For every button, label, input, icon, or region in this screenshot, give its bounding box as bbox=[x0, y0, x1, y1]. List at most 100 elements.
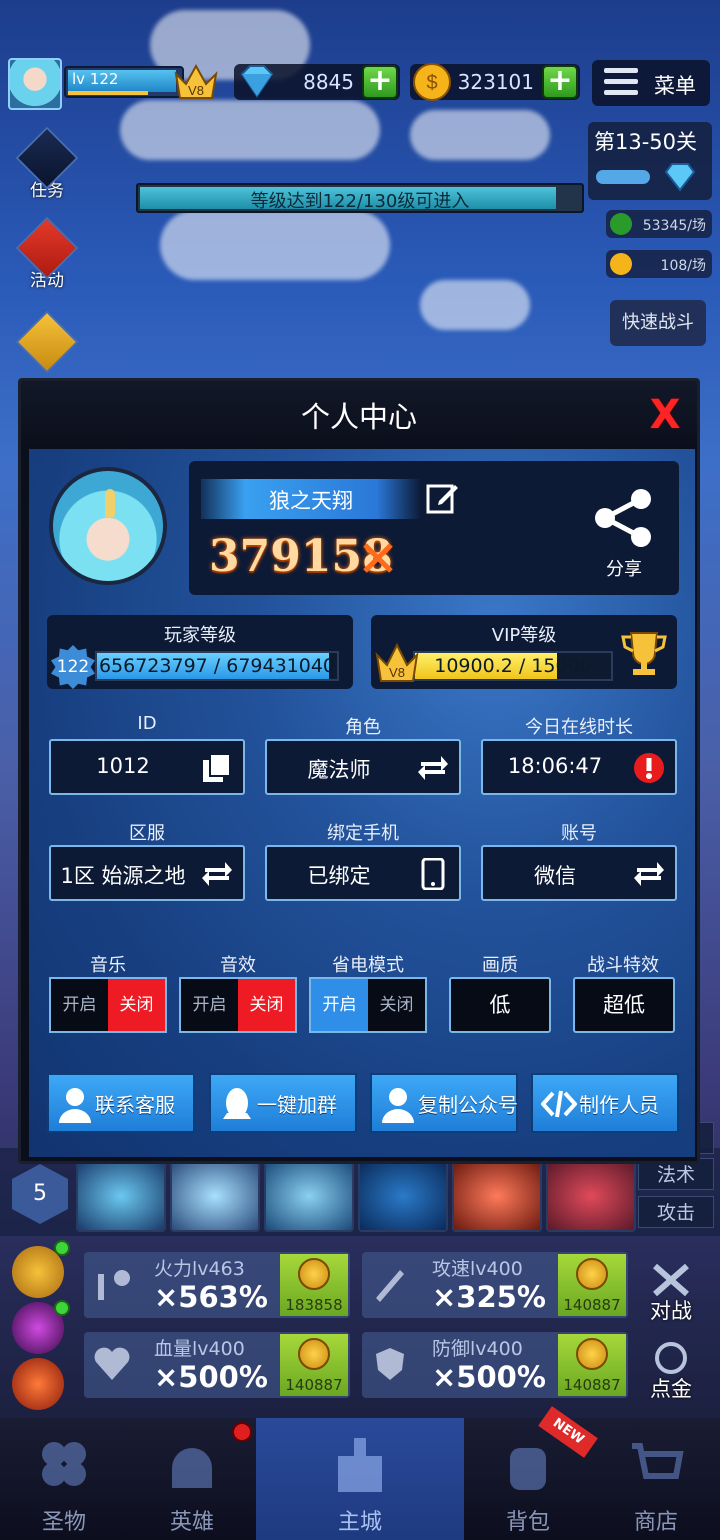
upgrade-card-health[interactable]: 血量lv400 ×500% 140887 bbox=[84, 1332, 350, 1398]
battle-button[interactable]: 对战 bbox=[632, 1262, 710, 1325]
sparkle-icon bbox=[655, 1342, 687, 1374]
upgrade-card-firepower[interactable]: 火力lv463 ×563% 183858 bbox=[84, 1252, 350, 1318]
profile-panel: 狼之天翔 379158 分享 玩家等级 656723797 / 67943104… bbox=[29, 449, 695, 1157]
sfx-off-option[interactable]: 关闭 bbox=[238, 979, 295, 1031]
skill-slot[interactable] bbox=[358, 1160, 448, 1232]
quick-fight-button[interactable]: 快速战斗 bbox=[610, 300, 706, 346]
contact-support-button[interactable]: 联系客服 bbox=[47, 1073, 195, 1133]
copy-icon[interactable] bbox=[201, 752, 233, 784]
trophy-icon[interactable] bbox=[619, 629, 669, 679]
activity-button[interactable]: 活动 bbox=[10, 216, 84, 291]
quality-select[interactable]: 低 bbox=[449, 977, 551, 1033]
close-button[interactable]: X bbox=[645, 395, 685, 435]
upgrade-percent: ×563% bbox=[154, 1280, 268, 1314]
online-time-label: 今日在线时长 bbox=[525, 717, 633, 738]
gem-count: 8845 bbox=[303, 70, 354, 94]
upgrade-cost-button[interactable]: 140887 bbox=[280, 1334, 348, 1396]
server-value: 1区 始源之地 bbox=[60, 864, 186, 888]
online-time-value: 18:06:47 bbox=[507, 754, 603, 778]
crossed-swords-icon bbox=[363, 543, 393, 573]
profile-summary: 狼之天翔 379158 分享 bbox=[189, 461, 679, 595]
upgrade-cost-button[interactable]: 140887 bbox=[558, 1334, 626, 1396]
player-avatar[interactable] bbox=[49, 467, 167, 585]
phone-value: 已绑定 bbox=[307, 864, 371, 888]
phone-icon[interactable] bbox=[417, 858, 449, 890]
add-coins-button[interactable]: + bbox=[542, 65, 578, 99]
clover-icon bbox=[42, 1442, 86, 1486]
sfx-toggle[interactable]: 开启 关闭 bbox=[179, 977, 297, 1033]
upgrade-cost-button[interactable]: 183858 bbox=[280, 1254, 348, 1316]
nav-main-city[interactable]: 主城 bbox=[256, 1418, 464, 1540]
attack-tag[interactable]: 攻击 bbox=[638, 1196, 714, 1228]
notification-dot bbox=[54, 1240, 70, 1256]
copy-account-label: 复制公众号 bbox=[418, 1093, 518, 1117]
exp-icon bbox=[610, 213, 632, 235]
skill-slot[interactable] bbox=[452, 1160, 542, 1232]
castle-icon bbox=[338, 1438, 382, 1492]
upgrade-card-attack-speed[interactable]: 攻速lv400 ×325% 140887 bbox=[362, 1252, 628, 1318]
share-button[interactable]: 分享 bbox=[589, 485, 659, 581]
skill-slot[interactable] bbox=[546, 1160, 636, 1232]
cloud bbox=[160, 210, 390, 280]
edit-icon[interactable] bbox=[425, 481, 459, 515]
helmet-icon bbox=[172, 1448, 212, 1488]
power-save-off-option[interactable]: 关闭 bbox=[368, 979, 425, 1031]
nav-relic[interactable]: 圣物 bbox=[0, 1418, 128, 1540]
music-toggle[interactable]: 开启 关闭 bbox=[49, 977, 167, 1033]
task-button[interactable]: 任务 bbox=[10, 126, 84, 201]
gem-icon bbox=[240, 65, 274, 98]
gold-point-button[interactable]: 点金 bbox=[632, 1340, 710, 1403]
copy-account-button[interactable]: 复制公众号 bbox=[370, 1073, 518, 1133]
upgrade-name: 攻速lv400 bbox=[432, 1258, 523, 1280]
swap-icon[interactable] bbox=[417, 752, 449, 784]
player-avatar-small[interactable] bbox=[8, 58, 62, 110]
notification-dot bbox=[232, 1422, 252, 1442]
account-value: 微信 bbox=[534, 864, 576, 888]
star-icon[interactable] bbox=[12, 1358, 64, 1410]
id-value: 1012 bbox=[96, 754, 150, 778]
id-label: ID bbox=[137, 713, 157, 734]
music-off-option[interactable]: 关闭 bbox=[108, 979, 165, 1031]
firepower-icon bbox=[98, 1270, 130, 1300]
stage-panel[interactable]: 第13-50关 bbox=[588, 122, 712, 200]
vip-crown-icon[interactable]: V8 bbox=[174, 62, 218, 102]
power-save-label: 省电模式 bbox=[332, 955, 404, 976]
swap-icon[interactable] bbox=[201, 858, 233, 890]
contact-support-label: 联系客服 bbox=[95, 1093, 175, 1117]
role-field: 魔法师 bbox=[265, 739, 461, 795]
credits-button[interactable]: 制作人员 bbox=[531, 1073, 679, 1133]
upgrade-cost-button[interactable]: 140887 bbox=[558, 1254, 626, 1316]
svg-text:$: $ bbox=[426, 72, 437, 94]
alert-icon[interactable] bbox=[633, 752, 665, 784]
nav-shop[interactable]: 商店 bbox=[592, 1418, 720, 1540]
vip-level-card: VIP等级 10900.2 / 15000 V8 bbox=[371, 615, 677, 689]
dialog-title: 个人中心 bbox=[21, 381, 697, 449]
player-level-bar: 656723797 / 679431040 bbox=[95, 651, 339, 681]
qq-penguin-icon bbox=[223, 1088, 251, 1119]
swap-icon[interactable] bbox=[633, 858, 665, 890]
player-level-label: 玩家等级 bbox=[164, 625, 236, 646]
level-label: lv 122 bbox=[72, 70, 119, 88]
music-on-option[interactable]: 开启 bbox=[51, 979, 108, 1031]
share-label: 分享 bbox=[606, 559, 642, 580]
menu-button[interactable]: 菜单 bbox=[592, 60, 710, 106]
upgrade-card-defense[interactable]: 防御lv400 ×500% 140887 bbox=[362, 1332, 628, 1398]
backpack-icon bbox=[510, 1448, 546, 1490]
ticket-button[interactable] bbox=[10, 310, 84, 374]
add-gems-button[interactable]: + bbox=[362, 65, 398, 99]
level-bar: lv 122 bbox=[64, 66, 184, 98]
power-save-on-option[interactable]: 开启 bbox=[311, 979, 368, 1031]
sfx-on-option[interactable]: 开启 bbox=[181, 979, 238, 1031]
vip-level-progress: 10900.2 / 15000 bbox=[434, 655, 592, 677]
skill-slot[interactable] bbox=[170, 1160, 260, 1232]
level-badge: 122 bbox=[51, 645, 95, 689]
cloud bbox=[420, 280, 530, 330]
server-label: 区服 bbox=[129, 823, 165, 844]
join-group-button[interactable]: 一键加群 bbox=[209, 1073, 357, 1133]
upgrade-name: 血量lv400 bbox=[154, 1338, 245, 1360]
battle-fx-select[interactable]: 超低 bbox=[573, 977, 675, 1033]
skill-slot[interactable] bbox=[76, 1160, 166, 1232]
cloud bbox=[410, 110, 550, 160]
power-save-toggle[interactable]: 开启 关闭 bbox=[309, 977, 427, 1033]
skill-slot[interactable] bbox=[264, 1160, 354, 1232]
